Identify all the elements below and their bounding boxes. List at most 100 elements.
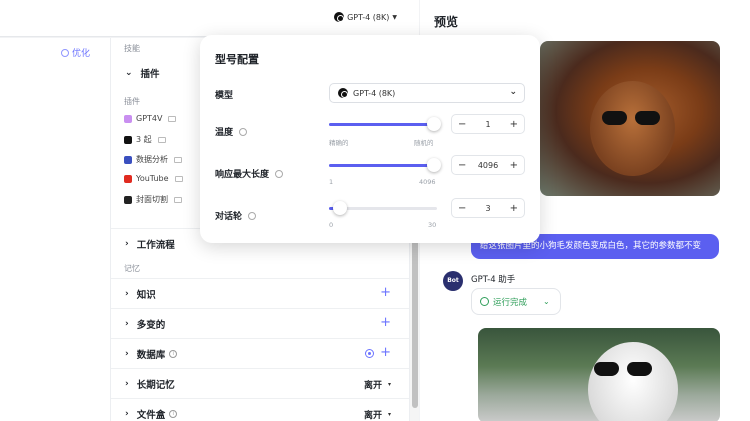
plugin-icon <box>124 195 132 204</box>
rounds-value[interactable]: 3 <box>485 204 490 213</box>
plugin-item[interactable]: 数据分析 <box>124 154 182 165</box>
check-circle-icon <box>480 297 489 306</box>
sunglasses <box>602 111 660 125</box>
chevron-right-icon: › <box>125 318 129 329</box>
filebox-label: 文件盒 <box>136 409 166 421</box>
plugin-store-icon[interactable] <box>174 175 183 182</box>
caret-down-icon: ▾ <box>387 381 391 388</box>
sunglasses <box>594 362 652 376</box>
filebox-toggle[interactable]: 离开 ▾ <box>364 408 391 421</box>
knowledge-label: 知识 <box>136 289 156 301</box>
filebox-row[interactable]: › 文件盒 i 离开 ▾ <box>111 398 409 421</box>
openai-icon <box>338 88 348 98</box>
plugin-store-icon[interactable] <box>157 136 166 143</box>
long-memory-label: 长期记忆 <box>136 379 175 391</box>
openai-icon <box>334 12 345 22</box>
increment-button[interactable]: + <box>510 203 518 214</box>
caret-down-icon: ▾ <box>387 411 391 418</box>
plugin-item[interactable]: YouTube <box>124 174 183 183</box>
variables-actions: + <box>380 316 391 329</box>
max-length-value[interactable]: 4096 <box>478 161 498 170</box>
plugin-icon <box>124 135 132 144</box>
model-switcher[interactable]: GPT-4 (8K) ▼ <box>334 12 397 22</box>
increment-button[interactable]: + <box>510 160 518 171</box>
popover-title: 型号配置 <box>215 53 259 66</box>
rounds-min-label: 0 <box>329 221 334 229</box>
temperature-label: 温度 <box>215 125 248 138</box>
info-icon[interactable]: i <box>169 409 178 418</box>
slider-thumb[interactable] <box>426 117 441 131</box>
prompt-panel: 优化 <box>0 38 111 421</box>
run-status-label: 运行完成 <box>493 297 528 308</box>
temperature-stepper[interactable]: − 1 + <box>451 114 525 134</box>
chevron-right-icon: › <box>125 238 129 249</box>
database-row[interactable]: › 数据库 i + <box>111 338 409 368</box>
slider-thumb[interactable] <box>332 201 347 215</box>
variables-label: 多变的 <box>136 319 166 331</box>
dog-face <box>590 81 675 176</box>
database-settings-icon[interactable] <box>365 348 375 358</box>
model-config-popover: 型号配置 模型 GPT-4 (8K) ⌄ 温度 精确的 随机的 − 1 + 响应… <box>200 35 540 243</box>
add-database-button[interactable]: + <box>380 346 391 359</box>
add-knowledge-button[interactable]: + <box>380 286 391 299</box>
info-icon[interactable]: i <box>169 349 178 358</box>
scrollbar-thumb[interactable] <box>412 238 418 408</box>
plugin-store-icon[interactable] <box>174 156 182 163</box>
plugin-store-icon[interactable] <box>174 196 182 203</box>
long-memory-value: 离开 <box>363 381 382 391</box>
caret-down-icon: ▼ <box>392 13 397 21</box>
long-memory-row[interactable]: › 长期记忆 离开 ▾ <box>111 368 409 398</box>
optimize-button[interactable]: 优化 <box>60 46 90 59</box>
model-select[interactable]: GPT-4 (8K) ⌄ <box>329 83 525 103</box>
slider-fill <box>329 164 434 167</box>
rounds-label-text: 对话轮 <box>215 212 243 222</box>
run-status-chip[interactable]: 运行完成 ⌄ <box>471 288 561 315</box>
info-icon[interactable] <box>248 211 257 220</box>
knowledge-row[interactable]: › 知识 + <box>111 278 409 308</box>
plugin-name: 3 起 <box>136 135 152 144</box>
dog-face <box>588 342 678 421</box>
chevron-right-icon: › <box>125 348 129 359</box>
long-memory-toggle[interactable]: 离开 ▾ <box>364 378 391 391</box>
temperature-min-label: 精确的 <box>329 139 349 147</box>
decrement-button[interactable]: − <box>458 203 466 214</box>
plugins-sublabel: 插件 <box>124 97 140 106</box>
generated-image-brown-dog[interactable] <box>540 41 720 196</box>
temperature-max-label: 随机的 <box>414 139 434 147</box>
max-length-stepper[interactable]: − 4096 + <box>451 155 525 175</box>
info-icon[interactable] <box>239 127 248 136</box>
increment-button[interactable]: + <box>510 119 518 130</box>
plugin-icon <box>124 155 132 164</box>
decrement-button[interactable]: − <box>458 119 466 130</box>
variables-row[interactable]: › 多变的 + <box>111 308 409 338</box>
temperature-value[interactable]: 1 <box>485 120 490 129</box>
plugin-item[interactable]: 3 起 <box>124 134 166 145</box>
chevron-right-icon: › <box>125 378 129 389</box>
info-icon[interactable] <box>275 169 284 178</box>
max-length-max-label: 4096 <box>419 178 436 186</box>
plugin-name: YouTube <box>136 174 169 183</box>
rounds-slider[interactable] <box>329 201 437 215</box>
knowledge-actions: + <box>380 286 391 299</box>
generated-image-white-dog[interactable] <box>478 328 720 421</box>
plugin-store-icon[interactable] <box>168 115 177 122</box>
plugin-name: GPT4V <box>136 114 163 123</box>
max-length-min-label: 1 <box>329 178 334 186</box>
chevron-down-icon: ⌄ <box>543 297 550 306</box>
plugin-item[interactable]: 封面切割 <box>124 194 182 205</box>
temperature-label-text: 温度 <box>215 128 234 138</box>
plugin-item[interactable]: GPT4V <box>124 114 177 123</box>
chevron-right-icon: › <box>125 408 129 419</box>
plugin-name: 数据分析 <box>136 155 168 164</box>
model-label: 模型 <box>215 88 233 101</box>
max-length-slider[interactable] <box>329 158 441 172</box>
chevron-down-icon: ⌄ <box>509 87 517 97</box>
chevron-right-icon: › <box>125 288 129 299</box>
editor-topbar: GPT-4 (8K) ▼ <box>0 0 419 37</box>
slider-thumb[interactable] <box>426 158 441 172</box>
rounds-stepper[interactable]: − 3 + <box>451 198 525 218</box>
decrement-button[interactable]: − <box>458 160 466 171</box>
temperature-slider[interactable] <box>329 117 441 131</box>
max-length-label: 响应最大长度 <box>215 167 284 180</box>
add-variable-button[interactable]: + <box>380 316 391 329</box>
